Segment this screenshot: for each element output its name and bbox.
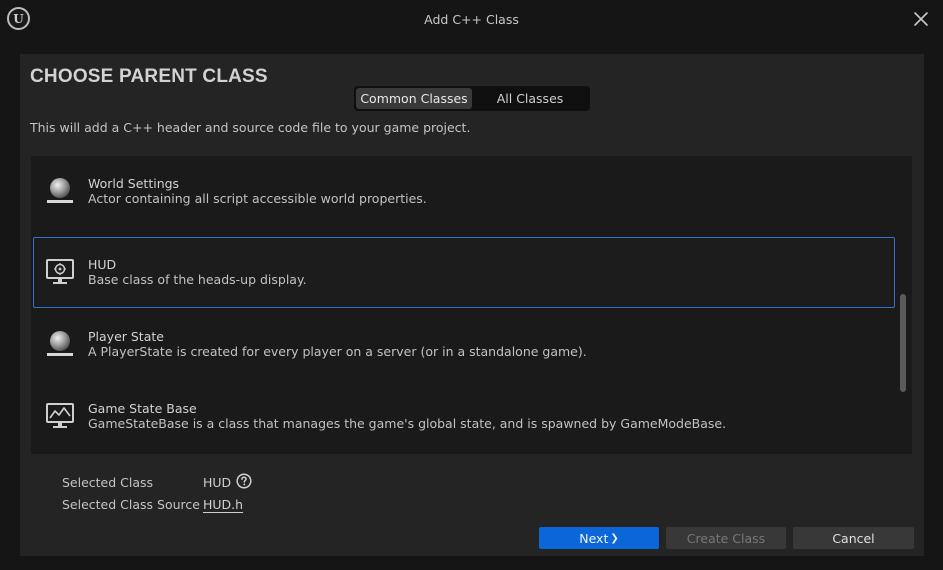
cancel-button[interactable]: Cancel <box>793 527 914 549</box>
list-scrollbar[interactable] <box>900 294 906 392</box>
tab-all-classes[interactable]: All Classes <box>472 88 588 109</box>
tab-common-classes[interactable]: Common Classes <box>356 88 472 109</box>
selected-class-source-link[interactable]: HUD.h <box>203 497 243 512</box>
class-description: GameStateBase is a class that manages th… <box>88 416 727 431</box>
title-bar: U Add C++ Class <box>0 0 943 38</box>
window-title: Add C++ Class <box>424 12 519 27</box>
close-icon[interactable] <box>912 10 930 28</box>
class-list: World Settings Actor containing all scri… <box>31 156 912 454</box>
class-item-hud[interactable]: HUD Base class of the heads-up display. <box>33 237 895 308</box>
sphere-actor-icon <box>47 178 73 203</box>
help-icon[interactable] <box>236 473 252 489</box>
class-name: HUD <box>88 257 117 272</box>
class-description: A PlayerState is created for every playe… <box>88 344 587 359</box>
create-class-button[interactable]: Create Class <box>666 527 786 549</box>
class-item-player-state[interactable]: Player State A PlayerState is created fo… <box>33 309 895 379</box>
class-name: Player State <box>88 329 164 344</box>
class-name: World Settings <box>88 176 180 191</box>
page-title: CHOOSE PARENT CLASS <box>30 66 268 87</box>
graph-monitor-icon <box>46 403 74 428</box>
dialog-panel: CHOOSE PARENT CLASS Common Classes All C… <box>20 54 924 556</box>
class-description: Actor containing all script accessible w… <box>88 191 427 206</box>
chevron-right-icon: ❯ <box>610 532 619 544</box>
class-item-world-settings[interactable]: World Settings Actor containing all scri… <box>33 156 895 226</box>
selected-class-value: HUD <box>203 475 232 490</box>
class-item-game-state-base[interactable]: Game State Base GameStateBase is a class… <box>33 381 895 451</box>
page-description: This will add a C++ header and source co… <box>30 120 471 135</box>
class-name: Game State Base <box>88 401 197 416</box>
class-description: Base class of the heads-up display. <box>88 272 307 287</box>
selected-class-label: Selected Class <box>62 475 154 490</box>
next-button-label: Next <box>579 530 609 546</box>
next-button[interactable]: Next ❯ <box>539 527 659 549</box>
hud-monitor-icon <box>46 259 74 284</box>
class-filter-tabs: Common Classes All Classes <box>354 86 590 111</box>
selected-class-source-label: Selected Class Source <box>62 497 200 512</box>
sphere-actor-icon <box>47 331 73 356</box>
